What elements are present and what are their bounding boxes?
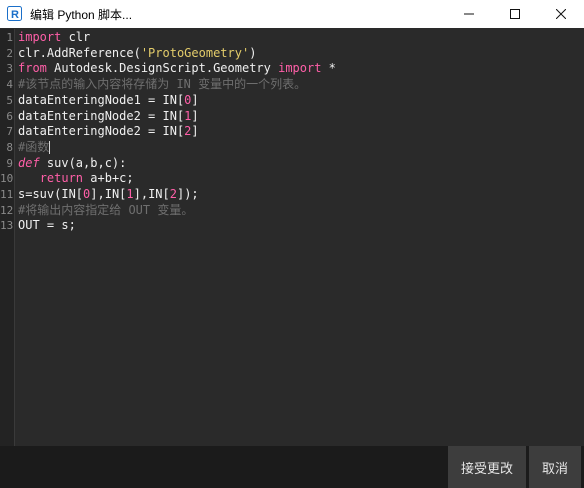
close-button[interactable]	[538, 0, 584, 28]
code-line[interactable]: 6 dataEnteringNode2 = IN[1]	[0, 109, 584, 125]
code-token: def	[18, 155, 40, 170]
line-number: 13	[0, 219, 14, 233]
code-line[interactable]: 3 from Autodesk.DesignScript.Geometry imp…	[0, 61, 584, 77]
svg-text:R: R	[11, 9, 19, 21]
code-token: ],IN[	[133, 187, 170, 201]
code-token: dataEnteringNode2 = IN[	[18, 124, 185, 139]
code-token: 'ProtoGeometry'	[140, 45, 250, 60]
line-number: 3	[6, 62, 13, 76]
title-bar: R 编辑 Python 脚本...	[0, 0, 584, 28]
code-line[interactable]: 9 def suv(a,b,c):	[0, 156, 584, 172]
code-line[interactable]: 13 OUT = s;	[0, 218, 584, 234]
code-token: #函数	[18, 139, 50, 154]
dialog-footer: 接受更改 取消	[0, 446, 584, 488]
maximize-icon	[510, 9, 520, 19]
code-token: Autodesk.DesignScript.Geometry	[46, 61, 279, 76]
line-code: #该节点的输入内容将存储为 IN 变量中的一个列表。	[18, 77, 306, 93]
line-number: 11	[0, 188, 14, 201]
code-line[interactable]: 4 #该节点的输入内容将存储为 IN 变量中的一个列表。	[0, 77, 584, 93]
line-number: 2	[6, 46, 13, 60]
code-line[interactable]: 8 #函数	[0, 140, 584, 156]
cancel-button[interactable]: 取消	[529, 446, 581, 488]
line-code: #将输出内容指定给 OUT 变量。	[18, 203, 193, 219]
accept-changes-button[interactable]: 接受更改	[448, 446, 526, 488]
line-number: 1	[6, 31, 13, 44]
code-token: suv(a,b,c):	[39, 155, 127, 170]
code-token: ]	[191, 108, 199, 123]
line-code: import clr	[18, 30, 90, 46]
line-code: OUT = s;	[18, 218, 76, 234]
text-caret	[49, 140, 51, 154]
code-token: ]	[191, 124, 199, 139]
line-number: 5	[6, 93, 13, 107]
code-token: ]);	[176, 187, 199, 201]
code-token: clr.AddReference(	[18, 45, 141, 60]
code-token: from	[18, 61, 47, 76]
code-line[interactable]: 12 #将输出内容指定给 OUT 变量。	[0, 203, 584, 219]
code-token: #该节点的输入内容将存储为 IN 变量中的一个列表。	[18, 77, 307, 92]
minimize-icon	[464, 13, 474, 15]
code-token: dataEnteringNode1 = IN[	[18, 92, 185, 107]
code-token: s=suv(IN[	[18, 187, 84, 201]
code-token: 2	[169, 187, 177, 201]
maximize-button[interactable]	[492, 0, 538, 28]
code-line[interactable]: 1 import clr	[0, 30, 584, 46]
line-number: 10	[0, 172, 14, 186]
line-code: dataEnteringNode1 = IN[0]	[18, 93, 199, 109]
code-token: dataEnteringNode2 = IN[	[18, 108, 185, 123]
code-token: #将输出内容指定给 OUT 变量。	[18, 202, 194, 217]
window-title: 编辑 Python 脚本...	[30, 8, 133, 22]
code-token: 1	[126, 187, 134, 201]
line-code: return a+b+c;	[18, 171, 134, 187]
code-token: return	[39, 171, 84, 186]
code-token: OUT = s;	[18, 218, 76, 233]
line-number: 12	[0, 203, 14, 217]
revit-r-icon: R	[7, 6, 22, 21]
line-number: 4	[6, 78, 13, 92]
line-number: 6	[6, 109, 13, 123]
close-icon	[556, 9, 566, 19]
code-token: import	[18, 30, 62, 44]
code-line[interactable]: 10 return a+b+c;	[0, 171, 584, 187]
code-token: )	[249, 45, 257, 60]
code-token: *	[321, 61, 336, 76]
line-code: clr.AddReference('ProtoGeometry')	[18, 46, 256, 62]
line-number: 8	[6, 140, 13, 154]
code-token: ]	[191, 92, 199, 107]
code-token: import	[278, 61, 322, 76]
line-number: 7	[6, 125, 13, 139]
line-code: def suv(a,b,c):	[18, 156, 126, 172]
line-code: #函数	[18, 139, 51, 156]
code-token: clr	[61, 30, 91, 44]
code-editor[interactable]: 1 import clr 2 clr.AddReference('ProtoGeome…	[0, 29, 584, 446]
minimize-button[interactable]	[446, 0, 492, 28]
line-code: from Autodesk.DesignScript.Geometry impo…	[18, 61, 336, 77]
code-line[interactable]: 7 dataEnteringNode2 = IN[2]	[0, 124, 584, 140]
code-token: ],IN[	[90, 187, 127, 201]
code-line[interactable]: 11 s=suv(IN[0],IN[1],IN[2]);	[0, 187, 584, 203]
code-token: a+b+c;	[83, 171, 134, 186]
code-line[interactable]: 5 dataEnteringNode1 = IN[0]	[0, 93, 584, 109]
line-number: 9	[6, 156, 13, 170]
line-code: dataEnteringNode2 = IN[2]	[18, 124, 199, 140]
code-line[interactable]: 2 clr.AddReference('ProtoGeometry')	[0, 46, 584, 62]
line-code: s=suv(IN[0],IN[1],IN[2]);	[18, 187, 199, 203]
line-code: dataEnteringNode2 = IN[1]	[18, 109, 199, 125]
